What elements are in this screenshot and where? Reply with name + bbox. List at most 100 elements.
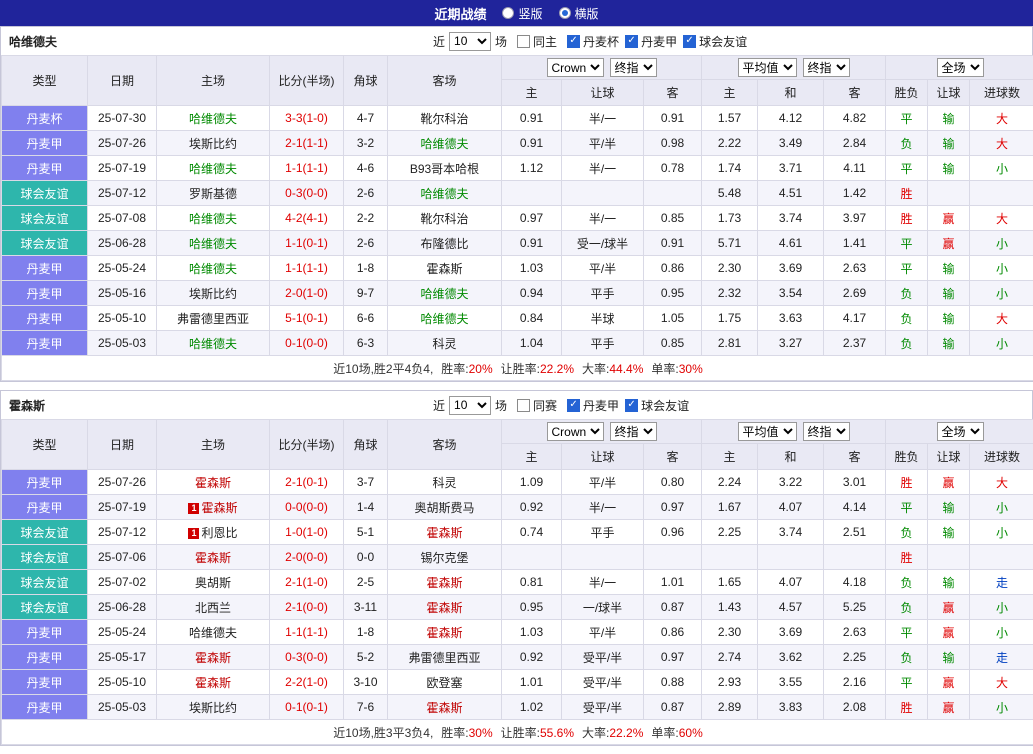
score-link[interactable]: 1-1(0-1) <box>285 236 328 250</box>
score-link[interactable]: 5-1(0-1) <box>285 311 328 325</box>
home-team-link[interactable]: 埃斯比约 <box>189 701 237 715</box>
odds-home-cell: 0.95 <box>502 595 562 620</box>
score-link[interactable]: 3-3(1-0) <box>285 111 328 125</box>
away-team-link[interactable]: 奥胡斯费马 <box>414 501 474 515</box>
result-cell: 胜 <box>886 545 928 570</box>
scope-select[interactable]: 全场 <box>937 58 984 77</box>
recent-count-select[interactable]: 10 <box>449 32 491 51</box>
home-team-link[interactable]: 哈维德夫 <box>189 237 237 251</box>
away-team-link[interactable]: 科灵 <box>432 337 456 351</box>
avg-stage-select[interactable]: 终指 <box>803 422 850 441</box>
away-team-link[interactable]: 哈维德夫 <box>420 312 468 326</box>
home-team-link[interactable]: 哈维德夫 <box>189 262 237 276</box>
odds-stage-select[interactable]: 终指 <box>610 422 657 441</box>
home-team-link[interactable]: 哈维德夫 <box>189 162 237 176</box>
bookmaker-select[interactable]: Crown <box>547 58 604 77</box>
radio-horizontal-icon[interactable] <box>559 7 571 19</box>
score-link[interactable]: 0-3(0-0) <box>285 650 328 664</box>
score-link[interactable]: 2-1(1-1) <box>285 136 328 150</box>
league-filter[interactable]: ✓丹麦甲 <box>625 33 677 50</box>
home-team-link[interactable]: 霍森斯 <box>195 476 231 490</box>
score-link[interactable]: 2-1(1-0) <box>285 575 328 589</box>
same-filter[interactable]: 同主 <box>517 33 557 50</box>
away-team-link[interactable]: 科灵 <box>432 476 456 490</box>
score-link[interactable]: 0-1(0-1) <box>285 700 328 714</box>
away-team-link[interactable]: 霍森斯 <box>426 576 462 590</box>
away-team-link[interactable]: B93哥本哈根 <box>410 162 479 176</box>
away-team-link[interactable]: 欧登塞 <box>426 676 462 690</box>
average-select[interactable]: 平均值 <box>738 422 797 441</box>
average-select[interactable]: 平均值 <box>738 58 797 77</box>
home-team-link[interactable]: 霍森斯 <box>195 551 231 565</box>
radio-vertical-icon[interactable] <box>502 7 514 19</box>
layout-radio-horizontal[interactable]: 横版 <box>559 5 599 22</box>
score-link[interactable]: 0-1(0-0) <box>285 336 328 350</box>
home-team-link[interactable]: 哈维德夫 <box>189 626 237 640</box>
league-filter[interactable]: ✓球会友谊 <box>683 33 747 50</box>
away-team-link[interactable]: 布隆德比 <box>420 237 468 251</box>
checkbox-icon[interactable]: ✓ <box>625 35 638 48</box>
home-team-link[interactable]: 弗雷德里西亚 <box>177 312 249 326</box>
home-team-link[interactable]: 霍森斯 <box>195 651 231 665</box>
summary-stat-value: 55.6% <box>540 726 574 740</box>
score-link[interactable]: 4-2(4-1) <box>285 211 328 225</box>
home-team-link[interactable]: 北西兰 <box>195 601 231 615</box>
layout-radio-vertical[interactable]: 竖版 <box>502 5 542 22</box>
odds-stage-select[interactable]: 终指 <box>610 58 657 77</box>
same-filter[interactable]: 同赛 <box>517 397 557 414</box>
date-cell: 25-07-08 <box>88 206 157 231</box>
score-link[interactable]: 0-0(0-0) <box>285 500 328 514</box>
home-team-link[interactable]: 埃斯比约 <box>189 137 237 151</box>
home-team-link[interactable]: 哈维德夫 <box>189 337 237 351</box>
home-team-link[interactable]: 霍森斯 <box>201 501 237 515</box>
bookmaker-select[interactable]: Crown <box>547 422 604 441</box>
away-team-link[interactable]: 锡尔克堡 <box>420 551 468 565</box>
home-team-link[interactable]: 霍森斯 <box>195 676 231 690</box>
score-link[interactable]: 1-1(1-1) <box>285 161 328 175</box>
league-filter[interactable]: ✓丹麦杯 <box>567 33 619 50</box>
away-team-cell: 科灵 <box>388 331 502 356</box>
away-team-link[interactable]: 霍森斯 <box>426 701 462 715</box>
home-team-link[interactable]: 哈维德夫 <box>189 212 237 226</box>
home-team-cell: 哈维德夫 <box>157 331 270 356</box>
home-team-cell: 1霍森斯 <box>157 495 270 520</box>
score-link[interactable]: 2-2(1-0) <box>285 675 328 689</box>
score-link[interactable]: 1-1(1-1) <box>285 625 328 639</box>
avg-stage-select[interactable]: 终指 <box>803 58 850 77</box>
away-team-link[interactable]: 哈维德夫 <box>420 187 468 201</box>
away-team-link[interactable]: 靴尔科治 <box>420 112 468 126</box>
away-team-link[interactable]: 靴尔科治 <box>420 212 468 226</box>
league-filter[interactable]: ✓丹麦甲 <box>567 397 619 414</box>
score-link[interactable]: 2-0(1-0) <box>285 286 328 300</box>
scope-select[interactable]: 全场 <box>937 422 984 441</box>
score-link[interactable]: 2-1(0-1) <box>285 475 328 489</box>
away-team-link[interactable]: 哈维德夫 <box>420 137 468 151</box>
home-team-link[interactable]: 利恩比 <box>201 526 237 540</box>
checkbox-icon[interactable]: ✓ <box>683 35 696 48</box>
score-link[interactable]: 2-1(0-0) <box>285 600 328 614</box>
handicap-result-cell: 赢 <box>928 206 970 231</box>
score-link[interactable]: 1-0(1-0) <box>285 525 328 539</box>
away-team-link[interactable]: 霍森斯 <box>426 262 462 276</box>
checkbox-icon[interactable] <box>517 399 530 412</box>
score-link[interactable]: 0-3(0-0) <box>285 186 328 200</box>
checkbox-icon[interactable] <box>517 35 530 48</box>
score-link[interactable]: 1-1(1-1) <box>285 261 328 275</box>
home-team-link[interactable]: 哈维德夫 <box>189 112 237 126</box>
away-team-link[interactable]: 弗雷德里西亚 <box>408 651 480 665</box>
date-cell: 25-07-12 <box>88 520 157 545</box>
recent-count-select[interactable]: 10 <box>449 396 491 415</box>
checkbox-icon[interactable]: ✓ <box>567 35 580 48</box>
checkbox-icon[interactable]: ✓ <box>625 399 638 412</box>
league-filter[interactable]: ✓球会友谊 <box>625 397 689 414</box>
home-team-link[interactable]: 罗斯基德 <box>189 187 237 201</box>
away-team-link[interactable]: 哈维德夫 <box>420 287 468 301</box>
avg-draw-cell <box>758 545 824 570</box>
away-team-link[interactable]: 霍森斯 <box>426 626 462 640</box>
home-team-link[interactable]: 埃斯比约 <box>189 287 237 301</box>
away-team-link[interactable]: 霍森斯 <box>426 601 462 615</box>
away-team-link[interactable]: 霍森斯 <box>426 526 462 540</box>
checkbox-icon[interactable]: ✓ <box>567 399 580 412</box>
score-link[interactable]: 2-0(0-0) <box>285 550 328 564</box>
home-team-link[interactable]: 奥胡斯 <box>195 576 231 590</box>
